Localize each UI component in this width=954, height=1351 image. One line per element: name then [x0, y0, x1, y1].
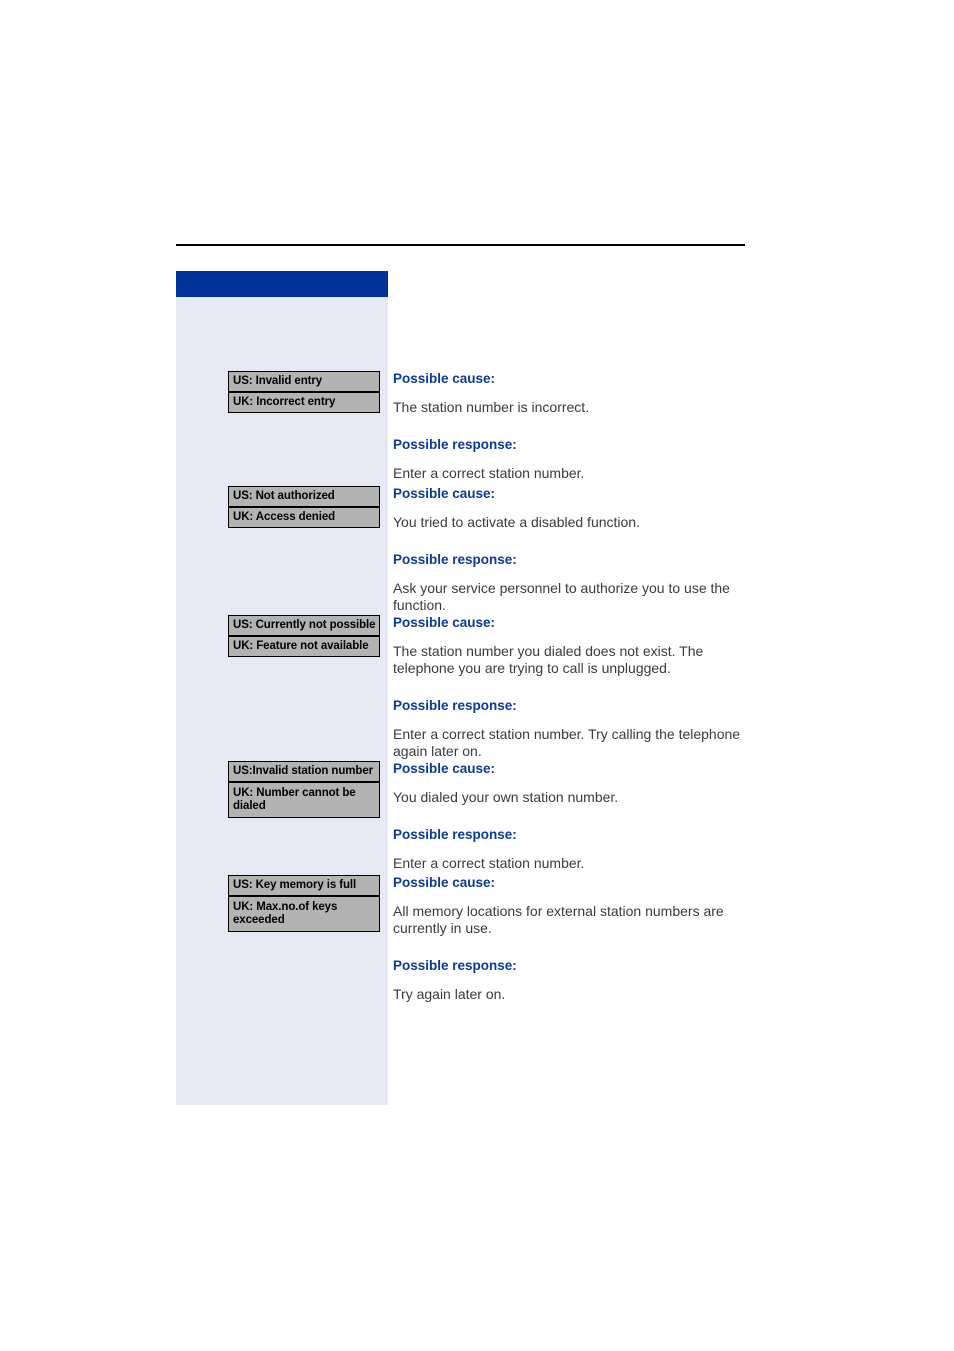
- display-box-us: US: Key memory is full: [228, 875, 380, 896]
- display-box-uk: UK: Number cannot be dialed: [228, 782, 380, 818]
- display-message-group: US: Key memory is full UK: Max.no.of key…: [228, 875, 380, 932]
- possible-response-heading: Possible response:: [393, 958, 517, 973]
- possible-cause-heading: Possible cause:: [393, 371, 496, 386]
- display-box-uk: UK: Max.no.of keys exceeded: [228, 896, 380, 932]
- display-box-uk: UK: Feature not available: [228, 636, 380, 657]
- display-box-uk: UK: Access denied: [228, 507, 380, 528]
- sidebar-panel: US: Invalid entry UK: Incorrect entry US…: [176, 271, 388, 1105]
- display-message-group: US: Not authorized UK: Access denied: [228, 486, 380, 528]
- possible-response-text: Enter a correct station number. Try call…: [393, 726, 741, 759]
- display-box-us: US: Currently not possible: [228, 615, 380, 636]
- display-box-us: US: Not authorized: [228, 486, 380, 507]
- possible-cause-heading: Possible cause:: [393, 486, 496, 501]
- possible-response-text: Enter a correct station number.: [393, 855, 585, 871]
- possible-response-heading: Possible response:: [393, 552, 517, 567]
- display-box-us: US: Invalid entry: [228, 371, 380, 392]
- possible-response-text: Try again later on.: [393, 986, 506, 1002]
- troubleshoot-entry: Possible cause: The station number is in…: [393, 371, 749, 482]
- possible-cause-text: You tried to activate a disabled functio…: [393, 514, 640, 530]
- troubleshoot-entry: Possible cause: You dialed your own stat…: [393, 761, 749, 872]
- possible-cause-text: The station number you dialed does not e…: [393, 643, 704, 676]
- content-column: Possible cause: The station number is in…: [393, 271, 753, 1105]
- sidebar-title-bar: [176, 271, 388, 297]
- possible-cause-text: You dialed your own station number.: [393, 789, 619, 805]
- possible-cause-heading: Possible cause:: [393, 761, 496, 776]
- possible-cause-heading: Possible cause:: [393, 615, 496, 630]
- possible-response-text: Enter a correct station number.: [393, 465, 585, 481]
- troubleshoot-entry: Possible cause: All memory locations for…: [393, 875, 749, 1003]
- page-header-rule: [176, 244, 745, 246]
- possible-response-heading: Possible response:: [393, 827, 517, 842]
- possible-response-heading: Possible response:: [393, 698, 517, 713]
- display-message-group: US:Invalid station number UK: Number can…: [228, 761, 380, 818]
- display-box-us: US:Invalid station number: [228, 761, 380, 782]
- possible-response-heading: Possible response:: [393, 437, 517, 452]
- troubleshoot-entry: Possible cause: The station number you d…: [393, 615, 749, 760]
- possible-cause-heading: Possible cause:: [393, 875, 496, 890]
- troubleshoot-entry: Possible cause: You tried to activate a …: [393, 486, 749, 614]
- display-message-group: US: Invalid entry UK: Incorrect entry: [228, 371, 380, 413]
- possible-response-text: Ask your service personnel to authorize …: [393, 580, 730, 613]
- possible-cause-text: The station number is incorrect.: [393, 399, 590, 415]
- display-box-uk: UK: Incorrect entry: [228, 392, 380, 413]
- display-message-group: US: Currently not possible UK: Feature n…: [228, 615, 380, 657]
- possible-cause-text: All memory locations for external statio…: [393, 903, 724, 936]
